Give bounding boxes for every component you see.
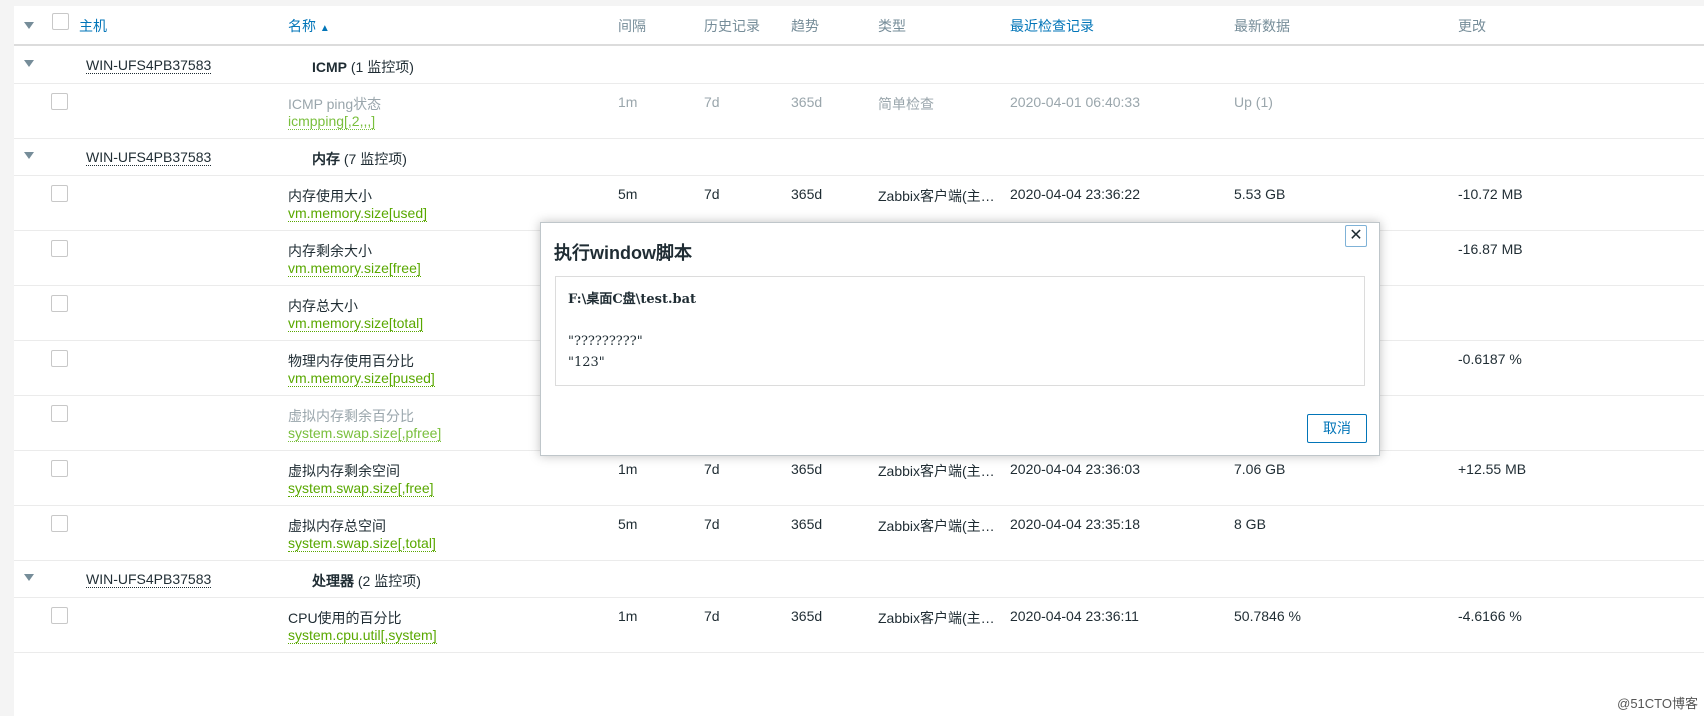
output-line: "123" bbox=[568, 355, 605, 370]
execute-script-dialog: 执行window脚本 ✕ F:\桌面C盘\test.bat "?????????"… bbox=[540, 222, 1380, 456]
watermark: @51CTO博客 bbox=[1617, 696, 1698, 711]
script-output: F:\桌面C盘\test.bat "?????????" "123" bbox=[555, 276, 1365, 386]
items-panel: 主机 名称 ▲ 间隔 历史记录 趋势 类型 最近检查记录 最新数据 更改 WIN… bbox=[14, 6, 1704, 716]
modal-overlay: 执行window脚本 ✕ F:\桌面C盘\test.bat "?????????"… bbox=[14, 6, 1704, 716]
cancel-button[interactable]: 取消 bbox=[1307, 414, 1367, 443]
output-line: F:\桌面C盘\test.bat bbox=[568, 292, 697, 307]
close-icon[interactable]: ✕ bbox=[1345, 225, 1367, 247]
dialog-title: 执行window脚本 bbox=[554, 243, 692, 263]
output-line: "?????????" bbox=[568, 334, 643, 349]
